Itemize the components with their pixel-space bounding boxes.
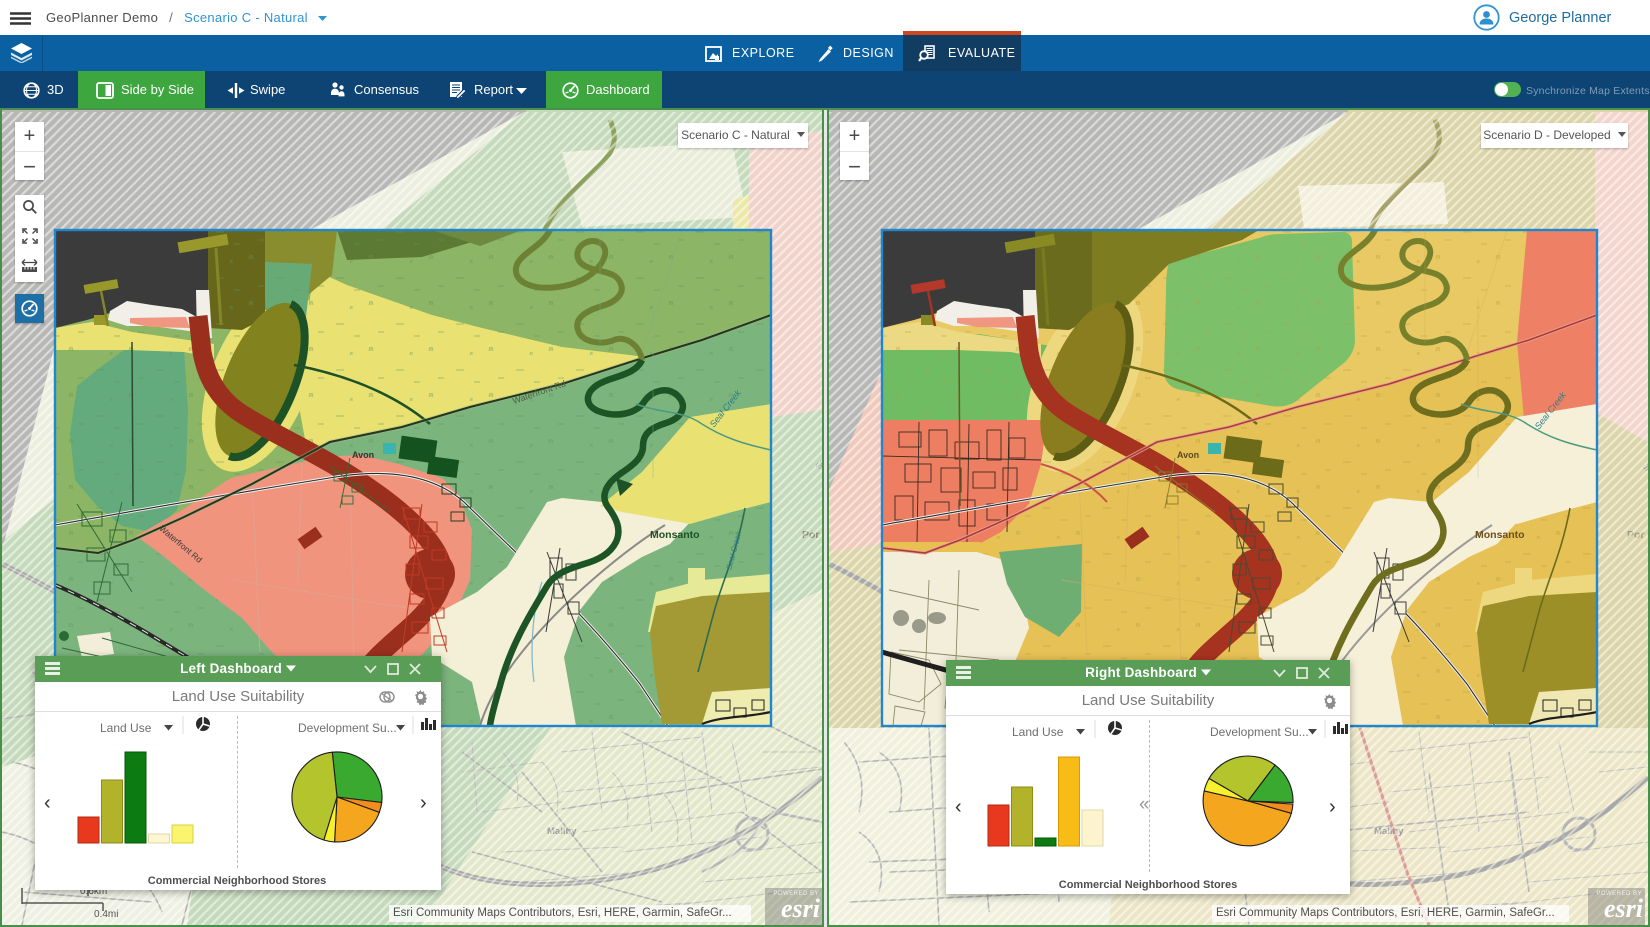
svg-text:Monsanto: Monsanto [650, 529, 700, 541]
svg-text:Land Use: Land Use [100, 721, 152, 735]
svg-text:Commercial Neighborhood Stores: Commercial Neighborhood Stores [1059, 879, 1237, 891]
svg-text:Development Su...: Development Su... [1210, 725, 1309, 739]
svg-text:‹: ‹ [44, 792, 51, 814]
svg-text:›: › [420, 792, 427, 814]
svg-text:›: › [1329, 796, 1336, 818]
svg-text:0.4mi: 0.4mi [94, 909, 118, 920]
svg-text:Monsanto: Monsanto [1475, 529, 1525, 541]
svg-text:Land Use: Land Use [1012, 725, 1064, 739]
svg-text:Commercial Neighborhood Stores: Commercial Neighborhood Stores [148, 875, 326, 887]
svg-text:Avon: Avon [352, 450, 374, 460]
svg-text:Avon: Avon [1177, 450, 1199, 460]
svg-text:Development Su...: Development Su... [298, 721, 397, 735]
svg-text:«: « [1139, 794, 1150, 815]
svg-text:‹: ‹ [955, 796, 962, 818]
